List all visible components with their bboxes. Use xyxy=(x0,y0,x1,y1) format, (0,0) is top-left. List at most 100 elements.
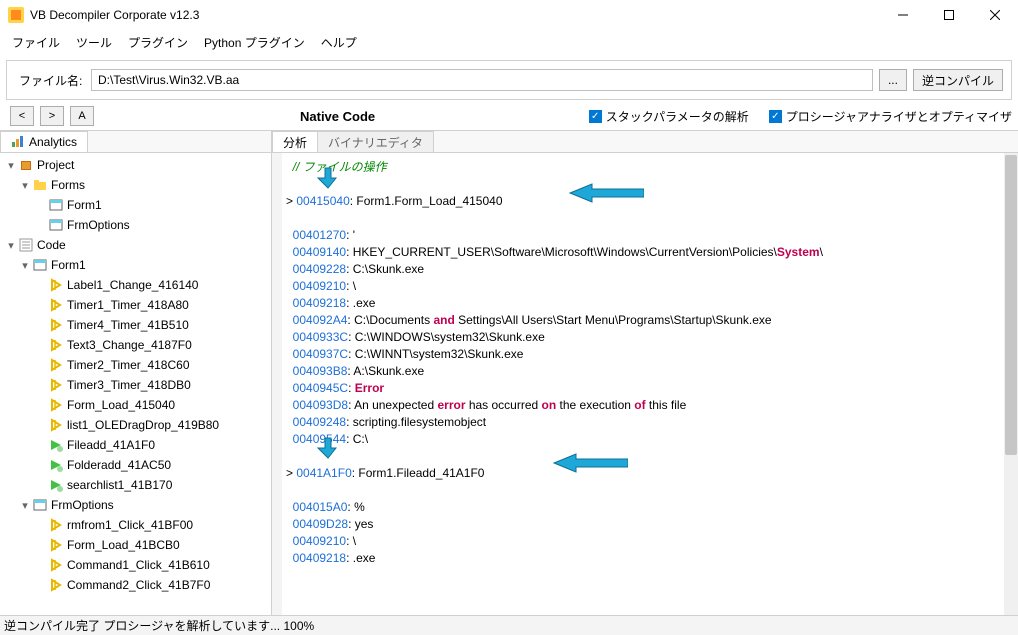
proc-icon xyxy=(48,357,64,373)
decompile-button[interactable]: 逆コンパイル xyxy=(913,69,1003,91)
maximize-button[interactable] xyxy=(926,0,972,30)
tree-item[interactable]: Timer1_Timer_418A80 xyxy=(0,295,271,315)
tree-item[interactable]: Timer3_Timer_418DB0 xyxy=(0,375,271,395)
node-project[interactable]: Project xyxy=(37,158,74,172)
analyzer-optimizer-label: プロシージャアナライザとオプティマイザ xyxy=(786,108,1012,125)
tree-item[interactable]: Label1_Change_416140 xyxy=(0,275,271,295)
tree-item[interactable]: Timer4_Timer_41B510 xyxy=(0,315,271,335)
code-line: 00409218: .exe xyxy=(286,295,1018,312)
app-icon xyxy=(8,7,24,23)
node-code-form1[interactable]: Form1 xyxy=(51,258,86,272)
code-view[interactable]: // ファイルの操作 > 00415040: Form1.Form_Load_4… xyxy=(272,153,1018,615)
proc-green-icon xyxy=(48,477,64,493)
code-line: > 0041A1F0: Form1.Fileadd_41A1F0 xyxy=(286,465,1018,482)
window-controls xyxy=(880,0,1018,30)
tree-item[interactable]: list1_OLEDragDrop_419B80 xyxy=(0,415,271,435)
menu-file[interactable]: ファイル xyxy=(4,31,68,54)
titlebar: VB Decompiler Corporate v12.3 xyxy=(0,0,1018,30)
node-code-frmoptions[interactable]: FrmOptions xyxy=(51,498,114,512)
nav-back-button[interactable]: < xyxy=(10,106,34,126)
tab-binary-editor[interactable]: バイナリエディタ xyxy=(317,131,434,152)
code-type-label: Native Code xyxy=(300,109,375,124)
stack-params-label: スタックパラメータの解析 xyxy=(606,108,749,125)
proc-icon xyxy=(48,297,64,313)
proc-icon xyxy=(48,337,64,353)
code-line: 0040933C: C:\WINDOWS\system32\Skunk.exe xyxy=(286,329,1018,346)
nav-forward-button[interactable]: > xyxy=(40,106,64,126)
code-line: 00409544: C:\ xyxy=(286,431,1018,448)
code-line: 004093D8: An unexpected error has occurr… xyxy=(286,397,1018,414)
proc-icon xyxy=(48,377,64,393)
vertical-scrollbar[interactable] xyxy=(1004,153,1018,615)
code-line: 00409210: \ xyxy=(286,278,1018,295)
form-icon xyxy=(48,197,64,213)
tree-item[interactable]: rmfrom1_Click_41BF00 xyxy=(0,515,271,535)
options-group: ✓スタックパラメータの解析 ✓プロシージャアナライザとオプティマイザ xyxy=(589,108,1012,125)
tree-item[interactable]: Form_Load_41BCB0 xyxy=(0,535,271,555)
analyze-button[interactable]: A xyxy=(70,106,94,126)
code-line: 004015A0: % xyxy=(286,499,1018,516)
status-text: 逆コンパイル完了 プロシージャを解析しています... 100% xyxy=(4,617,314,634)
file-path-input[interactable] xyxy=(91,69,873,91)
scrollbar-thumb[interactable] xyxy=(1005,155,1017,455)
tree-item[interactable]: Command1_Click_41B610 xyxy=(0,555,271,575)
tab-analysis[interactable]: 分析 xyxy=(272,131,318,152)
tree-item[interactable]: Text3_Change_4187F0 xyxy=(0,335,271,355)
right-pane: 分析 バイナリエディタ // ファイルの操作 > 00415040: Form1… xyxy=(272,131,1018,615)
minimize-button[interactable] xyxy=(880,0,926,30)
code-line: 0040937C: C:\WINNT\system32\Skunk.exe xyxy=(286,346,1018,363)
statusbar: 逆コンパイル完了 プロシージャを解析しています... 100% xyxy=(0,615,1018,635)
code-line: 0040945C: Error xyxy=(286,380,1018,397)
project-icon xyxy=(18,157,34,173)
code-line: 00409210: \ xyxy=(286,533,1018,550)
proc-icon xyxy=(48,277,64,293)
node-frmoptions[interactable]: FrmOptions xyxy=(67,218,130,232)
code-line xyxy=(286,210,1018,227)
main-area: Analytics ▾Project ▾Forms Form1 FrmOptio… xyxy=(0,130,1018,615)
proc-icon xyxy=(48,317,64,333)
gutter xyxy=(272,153,282,615)
menubar: ファイル ツール プラグイン Python プラグイン ヘルプ xyxy=(0,30,1018,54)
code-line: 004093B8: A:\Skunk.exe xyxy=(286,363,1018,380)
menu-tools[interactable]: ツール xyxy=(68,31,120,54)
code-line: // ファイルの操作 xyxy=(286,159,1018,176)
code-line: 00401270: ' xyxy=(286,227,1018,244)
node-code[interactable]: Code xyxy=(37,238,66,252)
browse-button[interactable]: ... xyxy=(879,69,907,91)
node-searchlist[interactable]: searchlist1_41B170 xyxy=(67,478,172,492)
code-icon xyxy=(18,237,34,253)
code-line: 00409140: HKEY_CURRENT_USER\Software\Mic… xyxy=(286,244,1018,261)
proc-icon xyxy=(48,397,64,413)
tab-analytics[interactable]: Analytics xyxy=(0,131,88,152)
menu-python-plugins[interactable]: Python プラグイン xyxy=(196,31,313,54)
stack-params-check[interactable]: ✓スタックパラメータの解析 xyxy=(589,108,749,125)
code-line xyxy=(286,176,1018,193)
left-pane: Analytics ▾Project ▾Forms Form1 FrmOptio… xyxy=(0,131,272,615)
folder-icon xyxy=(32,177,48,193)
project-tree[interactable]: ▾Project ▾Forms Form1 FrmOptions ▾Code ▾… xyxy=(0,153,271,615)
form-icon xyxy=(48,217,64,233)
tree-item[interactable]: Timer2_Timer_418C60 xyxy=(0,355,271,375)
analyzer-optimizer-check[interactable]: ✓プロシージャアナライザとオプティマイザ xyxy=(769,108,1012,125)
node-form1[interactable]: Form1 xyxy=(67,198,102,212)
tree-item[interactable]: Form_Load_415040 xyxy=(0,395,271,415)
proc-green-icon xyxy=(48,457,64,473)
proc-green-icon xyxy=(48,437,64,453)
proc-icon xyxy=(48,557,64,573)
code-line: 00409218: .exe xyxy=(286,550,1018,567)
node-folderadd[interactable]: Folderadd_41AC50 xyxy=(67,458,171,472)
menu-plugins[interactable]: プラグイン xyxy=(120,31,196,54)
left-tabs: Analytics xyxy=(0,131,271,153)
code-line: 00409228: C:\Skunk.exe xyxy=(286,261,1018,278)
tree-item[interactable]: Command2_Click_41B7F0 xyxy=(0,575,271,595)
file-panel: ファイル名: ... 逆コンパイル xyxy=(6,60,1012,100)
code-line: 004092A4: C:\Documents and Settings\All … xyxy=(286,312,1018,329)
node-fileadd[interactable]: Fileadd_41A1F0 xyxy=(67,438,155,452)
code-line: 00409248: scripting.filesystemobject xyxy=(286,414,1018,431)
close-button[interactable] xyxy=(972,0,1018,30)
node-forms[interactable]: Forms xyxy=(51,178,85,192)
menu-help[interactable]: ヘルプ xyxy=(313,31,365,54)
code-line: > 00415040: Form1.Form_Load_415040 xyxy=(286,193,1018,210)
proc-icon xyxy=(48,517,64,533)
window-title: VB Decompiler Corporate v12.3 xyxy=(30,8,880,22)
